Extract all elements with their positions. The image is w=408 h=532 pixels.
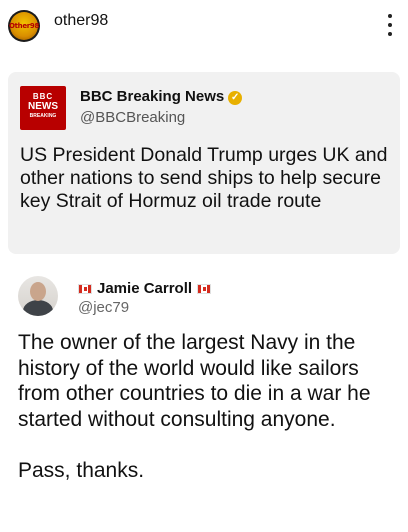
- avatar: [18, 276, 58, 316]
- more-dot: [388, 14, 392, 18]
- more-options-icon[interactable]: [384, 12, 396, 38]
- canada-flag-icon: [78, 283, 92, 294]
- account-avatar[interactable]: Other98: [8, 10, 40, 42]
- other98-logo: Other98: [8, 12, 40, 40]
- avatar-head: [30, 282, 46, 301]
- quoted-display-name: BBC Breaking News ✓: [80, 88, 243, 105]
- canada-flag-icon: [197, 283, 212, 294]
- logo-line-news: NEWS: [28, 101, 58, 112]
- logo-line-breaking: BREAKING: [29, 113, 57, 119]
- tweet-display-name-text: Jamie Carroll: [97, 280, 193, 297]
- avatar-body: [23, 300, 53, 316]
- tweet-text: The owner of the largest Navy in the his…: [18, 331, 371, 482]
- logo-line-bbc: BBC: [32, 92, 54, 101]
- tweet-display-name: Jamie Carroll: [78, 280, 212, 297]
- tweet-handle: @jec79: [78, 299, 130, 316]
- more-dot: [388, 32, 392, 36]
- account-name[interactable]: other98: [54, 12, 108, 30]
- quoted-handle: @BBCBreaking: [80, 109, 186, 126]
- quoted-post-card: BBC NEWS BREAKING BBC Breaking News ✓ @BB…: [8, 72, 400, 254]
- bbc-news-breaking-logo: BBC NEWS BREAKING: [20, 86, 66, 130]
- logo-text: Other98: [8, 22, 40, 30]
- quoted-post-text: US President Donald Trump urges UK and o…: [20, 144, 388, 212]
- verified-badge-icon: ✓: [228, 91, 243, 105]
- more-dot: [388, 23, 392, 27]
- post-header: Other98 other98: [0, 0, 408, 50]
- quoted-display-name-text: BBC Breaking News: [80, 88, 225, 105]
